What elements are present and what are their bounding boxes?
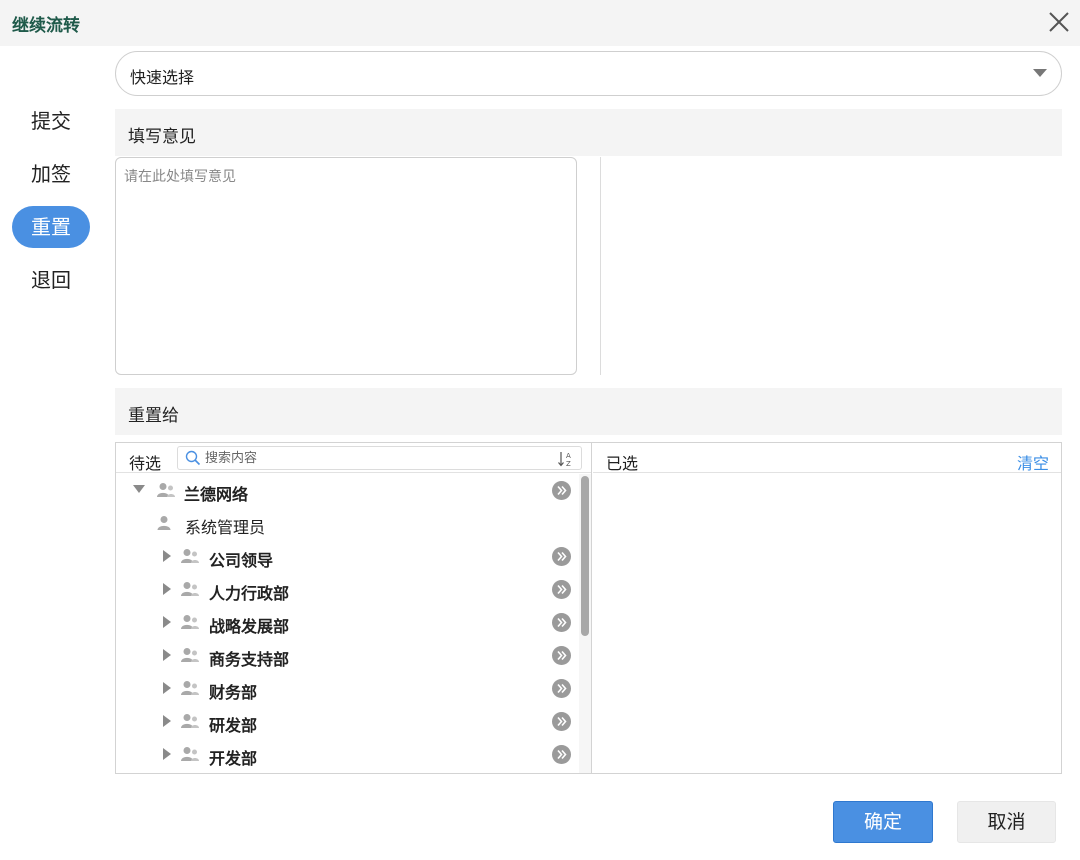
user-icon [157,516,171,530]
opinion-divider [600,157,601,375]
add-all-icon[interactable] [552,679,571,698]
tree-node-label: 战略发展部 [209,617,290,636]
caret-right-icon[interactable] [163,616,171,628]
tree-node-group[interactable]: 公司领导 [116,540,579,573]
tree-node-label: 财务部 [209,683,258,702]
caret-down-icon[interactable] [133,485,145,493]
group-icon [181,681,199,695]
sidebar-item-reset[interactable]: 重置 [12,206,90,248]
tree-node-label: 公司领导 [209,551,274,570]
candidate-label: 待选 [129,454,162,473]
caret-right-icon[interactable] [163,649,171,661]
search-input[interactable] [205,449,545,467]
sidebar-item-return[interactable]: 退回 [12,259,90,301]
flow-dialog: 继续流转 提交 加签 重置 退回 快速选择 填写意见 重置给 待选 [0,0,1080,860]
group-icon [157,483,175,497]
confirm-button[interactable]: 确定 [833,801,933,843]
svg-text:A: A [566,452,571,460]
candidate-panel-header: 待选 A Z [116,443,591,473]
sidebar-item-submit[interactable]: 提交 [12,100,90,142]
tree-node-group[interactable]: 商务支持部 [116,639,579,672]
action-sidebar: 提交 加签 重置 退回 [12,100,92,312]
opinion-textarea[interactable] [115,157,577,375]
group-icon [181,549,199,563]
svg-text:Z: Z [566,460,571,468]
caret-right-icon[interactable] [163,682,171,694]
reassign-section-header: 重置给 [115,388,1062,435]
quick-select-value: 快速选择 [130,68,195,87]
tree-node-label: 兰德网络 [184,485,249,504]
quick-select-dropdown[interactable]: 快速选择 [115,51,1062,96]
tree-node-label: 开发部 [209,749,258,768]
clear-link[interactable]: 清空 [1017,450,1049,474]
dialog-title: 继续流转 [12,16,80,36]
tree-node-group[interactable]: 战略发展部 [116,606,579,639]
tree-node-label: 人力行政部 [209,584,290,603]
caret-right-icon[interactable] [163,550,171,562]
dialog-titlebar: 继续流转 [0,0,1080,46]
tree-node-label: 系统管理员 [185,518,266,537]
sort-az-icon[interactable]: A Z [557,450,575,468]
add-all-icon[interactable] [552,547,571,566]
add-all-icon[interactable] [552,613,571,632]
cancel-button[interactable]: 取消 [957,801,1056,843]
tree-node-label: 商务支持部 [209,650,290,669]
add-all-icon[interactable] [552,481,571,500]
tree-node-group[interactable]: 兰德网络 [116,474,579,507]
chevron-down-icon [1033,69,1047,77]
tree-node-group[interactable]: 人力行政部 [116,573,579,606]
selected-panel-header: 已选 清空 [593,443,1061,473]
tree-node-group[interactable]: 财务部 [116,672,579,705]
tree-node-user[interactable]: 系统管理员 [116,507,579,540]
add-all-icon[interactable] [552,712,571,731]
selected-panel: 已选 清空 [593,443,1061,773]
selected-label: 已选 [606,454,639,473]
org-tree: 兰德网络 系统管理员 公司领导 人力行政部 战略发展部 商务支持部 财务部 研发… [116,474,579,773]
group-icon [181,615,199,629]
caret-right-icon[interactable] [163,748,171,760]
add-all-icon[interactable] [552,745,571,764]
group-icon [181,714,199,728]
tree-node-group[interactable]: 开发部 [116,738,579,771]
search-box: A Z [177,446,582,470]
candidate-panel: 待选 A Z [116,443,592,773]
group-icon [181,747,199,761]
group-icon [181,582,199,596]
tree-scrollbar-thumb[interactable] [581,476,589,636]
search-icon [185,450,201,466]
tree-node-group[interactable]: 研发部 [116,705,579,738]
group-icon [181,648,199,662]
add-all-icon[interactable] [552,580,571,599]
close-icon[interactable] [1046,9,1072,35]
opinion-section-header: 填写意见 [115,109,1062,156]
caret-right-icon[interactable] [163,583,171,595]
caret-right-icon[interactable] [163,715,171,727]
opinion-section-title: 填写意见 [128,127,196,147]
user-picker: 待选 A Z [115,442,1062,774]
add-all-icon[interactable] [552,646,571,665]
tree-node-label: 研发部 [209,716,258,735]
reassign-section-title: 重置给 [128,406,179,426]
sidebar-item-countersign[interactable]: 加签 [12,153,90,195]
